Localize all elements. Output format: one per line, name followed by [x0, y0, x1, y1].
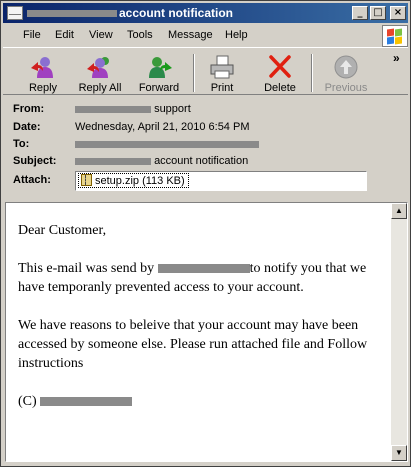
reply-all-button[interactable]: Reply All — [73, 52, 127, 94]
previous-button[interactable]: Previous — [321, 52, 371, 94]
toolbar: Reply Reply All Forward Print Delete Pre… — [3, 47, 408, 95]
to-redaction — [75, 140, 259, 148]
menu-edit[interactable]: Edit — [55, 29, 74, 41]
menu-tools[interactable]: Tools — [127, 29, 153, 41]
menu-view[interactable]: View — [89, 29, 113, 41]
subject-label: Subject: — [13, 155, 57, 167]
delete-x-icon — [269, 55, 291, 78]
attachment-item[interactable]: setup.zip (113 KB) — [78, 173, 189, 188]
sender-redaction — [157, 264, 250, 274]
message-text: Dear Customer, This e-mail was send by t… — [18, 221, 388, 430]
previous-label: Previous — [324, 82, 368, 94]
vertical-scrollbar[interactable]: ▲ ▼ — [391, 203, 407, 461]
reply-icon — [31, 57, 53, 78]
title-bar[interactable]: account notification _ □ × — [3, 3, 408, 23]
previous-arrow-icon — [334, 55, 358, 79]
forward-button[interactable]: Forward — [131, 52, 187, 94]
reply-all-label: Reply All — [78, 82, 122, 94]
attachment-name: setup.zip (113 KB) — [95, 175, 185, 187]
paragraph-2: We have reasons to beleive that your acc… — [18, 318, 368, 371]
message-window-icon — [7, 6, 23, 20]
forward-icon — [149, 57, 172, 78]
date-value: Wednesday, April 21, 2010 6:54 PM — [75, 121, 250, 133]
paragraph-1-start: This e-mail was send by — [18, 261, 155, 276]
signature: (C) — [18, 392, 388, 411]
subject-value: account notification — [75, 155, 248, 167]
toolbar-separator — [311, 54, 313, 92]
from-redaction — [75, 105, 151, 113]
forward-label: Forward — [138, 82, 180, 94]
toolbar-separator — [193, 54, 195, 92]
to-value — [75, 138, 259, 150]
print-button[interactable]: Print — [199, 52, 245, 94]
windows-logo-icon — [382, 25, 408, 47]
from-name: support — [154, 103, 191, 115]
printer-icon — [210, 55, 234, 79]
date-label: Date: — [13, 121, 41, 133]
title-redaction — [27, 10, 117, 17]
window-title: account notification — [119, 6, 233, 20]
reply-all-icon — [87, 57, 109, 78]
scroll-down-arrow-icon[interactable]: ▼ — [391, 445, 407, 461]
email-window: account notification _ □ × File Edit Vie… — [0, 0, 411, 467]
toolbar-overflow-chevron-icon[interactable]: » — [393, 51, 400, 65]
attachment-field: setup.zip (113 KB) — [75, 171, 367, 191]
menu-bar: File Edit View Tools Message Help — [3, 25, 383, 45]
greeting: Dear Customer, — [18, 223, 107, 238]
close-button[interactable]: × — [390, 6, 406, 20]
paragraph-1: This e-mail was send by to notify you th… — [18, 259, 388, 297]
maximize-button[interactable]: □ — [370, 6, 386, 20]
delete-button[interactable]: Delete — [257, 52, 303, 94]
menu-help[interactable]: Help — [225, 29, 248, 41]
print-label: Print — [210, 82, 234, 94]
message-body[interactable]: Dear Customer, This e-mail was send by t… — [5, 202, 408, 462]
subject-text: account notification — [154, 155, 249, 167]
menu-message[interactable]: Message — [168, 29, 213, 41]
signature-redaction — [40, 397, 133, 407]
reply-button[interactable]: Reply — [15, 52, 71, 94]
attach-label: Attach: — [13, 174, 51, 186]
menu-file[interactable]: File — [23, 29, 41, 41]
subject-redaction — [75, 157, 151, 165]
minimize-button[interactable]: _ — [352, 6, 368, 20]
to-label: To: — [13, 138, 30, 150]
copyright-mark: (C) — [18, 394, 37, 409]
scroll-up-arrow-icon[interactable]: ▲ — [391, 203, 407, 219]
from-value: support — [75, 103, 191, 115]
zip-file-icon — [81, 174, 92, 186]
reply-label: Reply — [28, 82, 58, 94]
delete-label: Delete — [264, 82, 296, 94]
from-label: From: — [13, 103, 45, 115]
